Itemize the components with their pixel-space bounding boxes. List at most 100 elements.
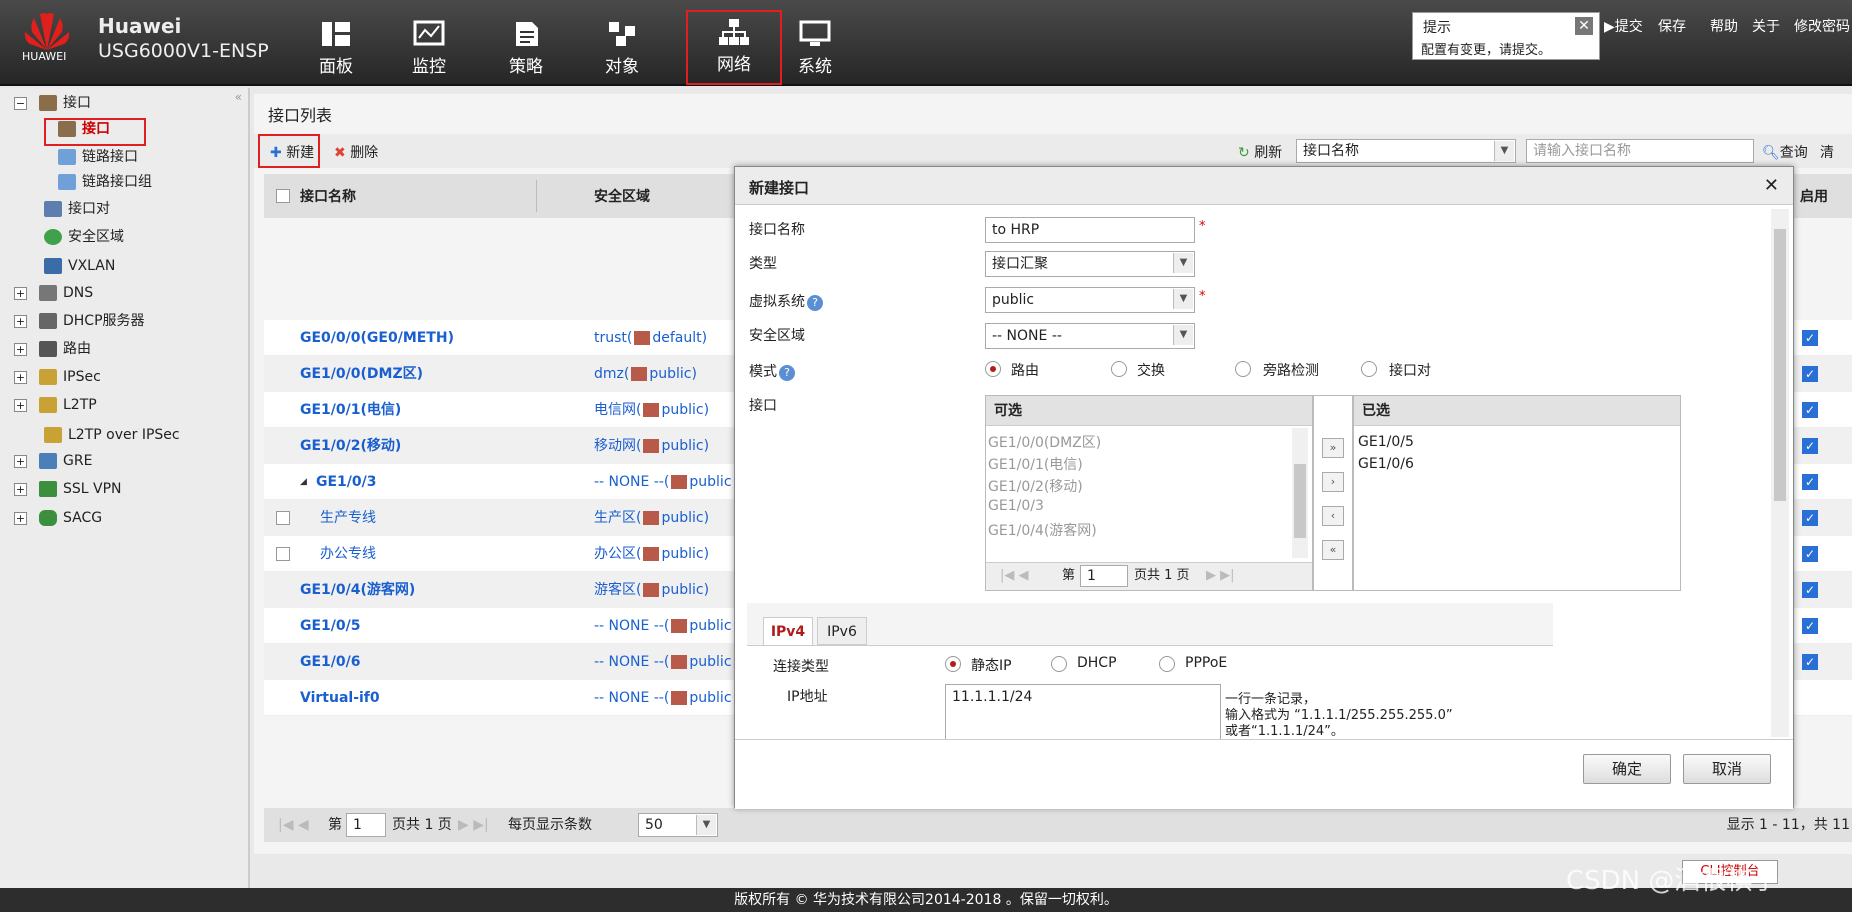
- row-checkbox[interactable]: [276, 547, 290, 561]
- first-page-icon[interactable]: |◀ ◀: [278, 808, 309, 842]
- search-field-select[interactable]: 接口名称 ▼: [1296, 139, 1516, 163]
- vsys-name[interactable]: public): [649, 366, 697, 382]
- expand-icon[interactable]: +: [14, 314, 27, 328]
- nav-dashboard[interactable]: 面板: [288, 14, 384, 84]
- change-password-link[interactable]: 修改密码: [1794, 16, 1850, 36]
- vsys-name[interactable]: public): [661, 582, 709, 598]
- row-checkbox[interactable]: [276, 511, 290, 525]
- sidebar-item-sacg[interactable]: + SACG: [14, 505, 102, 531]
- mode-bypass-radio[interactable]: [1235, 361, 1251, 377]
- close-icon[interactable]: ✕: [1575, 17, 1593, 35]
- sidebar-item-route[interactable]: + 路由: [14, 336, 91, 362]
- vsys-name[interactable]: public): [661, 402, 709, 418]
- vsys-name[interactable]: default): [652, 330, 707, 346]
- page-input[interactable]: 1: [346, 813, 386, 837]
- selected-item[interactable]: GE1/0/5: [1358, 434, 1414, 450]
- interface-name-link[interactable]: 办公专线: [320, 536, 376, 572]
- expand-arrow-icon[interactable]: ◢: [300, 464, 307, 500]
- enable-checkbox[interactable]: ✓: [1802, 618, 1818, 634]
- zone-name[interactable]: -- NONE --(: [594, 618, 669, 634]
- available-item[interactable]: GE1/0/0(DMZ区): [988, 432, 1101, 452]
- select-all-checkbox[interactable]: [276, 189, 290, 203]
- list-scrollbar[interactable]: [1292, 428, 1308, 558]
- sidebar-item-link-group[interactable]: 链路接口组: [58, 169, 152, 195]
- sidebar-item-dhcp[interactable]: + DHCP服务器: [14, 308, 145, 334]
- last-page-icon[interactable]: ▶ ▶|: [1206, 563, 1235, 589]
- enable-checkbox[interactable]: ✓: [1802, 366, 1818, 382]
- sidebar-item-gre[interactable]: + GRE: [14, 448, 92, 474]
- page-input[interactable]: 1: [1080, 565, 1128, 587]
- add-one-icon[interactable]: ›: [1322, 472, 1344, 492]
- delete-button[interactable]: ✖ 删除: [334, 142, 378, 162]
- sidebar-item-dns[interactable]: + DNS: [14, 280, 93, 306]
- interface-name-link[interactable]: GE1/0/3: [316, 464, 377, 500]
- vsys-name[interactable]: public): [661, 438, 709, 454]
- zone-name[interactable]: 移动网(: [594, 438, 641, 454]
- selected-item[interactable]: GE1/0/6: [1358, 456, 1414, 472]
- static-ip-radio[interactable]: [945, 656, 961, 672]
- mode-route-radio[interactable]: [985, 361, 1001, 377]
- tab-ipv4[interactable]: IPv4: [763, 617, 813, 645]
- zone-name[interactable]: -- NONE --(: [594, 690, 669, 706]
- help-icon[interactable]: ?: [807, 295, 823, 311]
- mode-switch-radio[interactable]: [1111, 361, 1127, 377]
- mode-pair-radio[interactable]: [1361, 361, 1377, 377]
- interface-name-link[interactable]: GE1/0/1(电信): [300, 392, 401, 428]
- interface-name-link[interactable]: GE1/0/2(移动): [300, 428, 401, 464]
- expand-icon[interactable]: +: [14, 454, 27, 468]
- enable-checkbox[interactable]: ✓: [1802, 582, 1818, 598]
- pppoe-radio[interactable]: [1159, 656, 1175, 672]
- vsys-name[interactable]: public: [689, 618, 731, 634]
- interface-name-link[interactable]: GE1/0/0(DMZ区): [300, 356, 423, 392]
- enable-checkbox[interactable]: ✓: [1802, 438, 1818, 454]
- interface-name-link[interactable]: 生产专线: [320, 500, 376, 536]
- available-item[interactable]: GE1/0/1(电信): [988, 454, 1083, 474]
- enable-checkbox[interactable]: ✓: [1802, 546, 1818, 562]
- sidebar-item-vxlan[interactable]: VXLAN: [44, 253, 115, 279]
- zone-name[interactable]: trust(: [594, 330, 632, 346]
- zone-name[interactable]: dmz(: [594, 366, 629, 382]
- cancel-button[interactable]: 取消: [1683, 754, 1771, 784]
- vsys-name[interactable]: public: [689, 654, 731, 670]
- enable-checkbox[interactable]: ✓: [1802, 474, 1818, 490]
- enable-checkbox[interactable]: ✓: [1802, 330, 1818, 346]
- sidebar-item-interface-pair[interactable]: 接口对: [44, 196, 110, 222]
- zone-name[interactable]: -- NONE --(: [594, 474, 669, 490]
- interface-name-input[interactable]: to HRP: [985, 217, 1195, 243]
- zone-select[interactable]: -- NONE -- ▼: [985, 323, 1195, 349]
- add-all-icon[interactable]: »: [1322, 438, 1344, 458]
- interface-name-link[interactable]: GE1/0/6: [300, 644, 361, 680]
- collapse-icon[interactable]: «: [235, 90, 242, 104]
- scrollbar-thumb[interactable]: [1774, 229, 1786, 501]
- sidebar-item-interface-group[interactable]: − 接口: [14, 90, 91, 116]
- about-link[interactable]: 关于: [1752, 16, 1780, 36]
- remove-all-icon[interactable]: «: [1322, 540, 1344, 560]
- remove-one-icon[interactable]: ‹: [1322, 506, 1344, 526]
- expand-icon[interactable]: +: [14, 398, 27, 412]
- expand-icon[interactable]: +: [14, 482, 27, 496]
- vsys-name[interactable]: public): [661, 546, 709, 562]
- query-button[interactable]: 🔍︎查询: [1762, 142, 1808, 162]
- zone-name[interactable]: 办公区(: [594, 546, 641, 562]
- interface-name-link[interactable]: GE0/0/0(GE0/METH): [300, 320, 454, 356]
- commit-link[interactable]: ▶提交: [1604, 16, 1643, 36]
- zone-name[interactable]: -- NONE --(: [594, 654, 669, 670]
- dialog-scrollbar[interactable]: [1771, 209, 1789, 737]
- zone-name[interactable]: 电信网(: [594, 402, 641, 418]
- nav-object[interactable]: 对象: [574, 14, 670, 84]
- nav-monitor[interactable]: 监控: [381, 14, 477, 84]
- vsys-name[interactable]: public: [689, 690, 731, 706]
- ip-address-textarea[interactable]: 11.1.1.1/24: [945, 684, 1221, 744]
- zone-name[interactable]: 游客区(: [594, 582, 641, 598]
- per-page-select[interactable]: 50 ▼: [638, 813, 718, 837]
- nav-policy[interactable]: 策略: [478, 14, 574, 84]
- sidebar-item-l2tp-over-ipsec[interactable]: L2TP over IPSec: [44, 422, 180, 448]
- scrollbar-thumb[interactable]: [1294, 464, 1306, 538]
- clear-button[interactable]: 清: [1820, 142, 1834, 162]
- enable-checkbox[interactable]: ✓: [1802, 510, 1818, 526]
- dhcp-radio[interactable]: [1051, 656, 1067, 672]
- expand-icon[interactable]: +: [14, 342, 27, 356]
- expand-icon[interactable]: +: [14, 370, 27, 384]
- nav-system[interactable]: 系统: [767, 14, 863, 84]
- interface-name-link[interactable]: GE1/0/4(游客网): [300, 572, 415, 608]
